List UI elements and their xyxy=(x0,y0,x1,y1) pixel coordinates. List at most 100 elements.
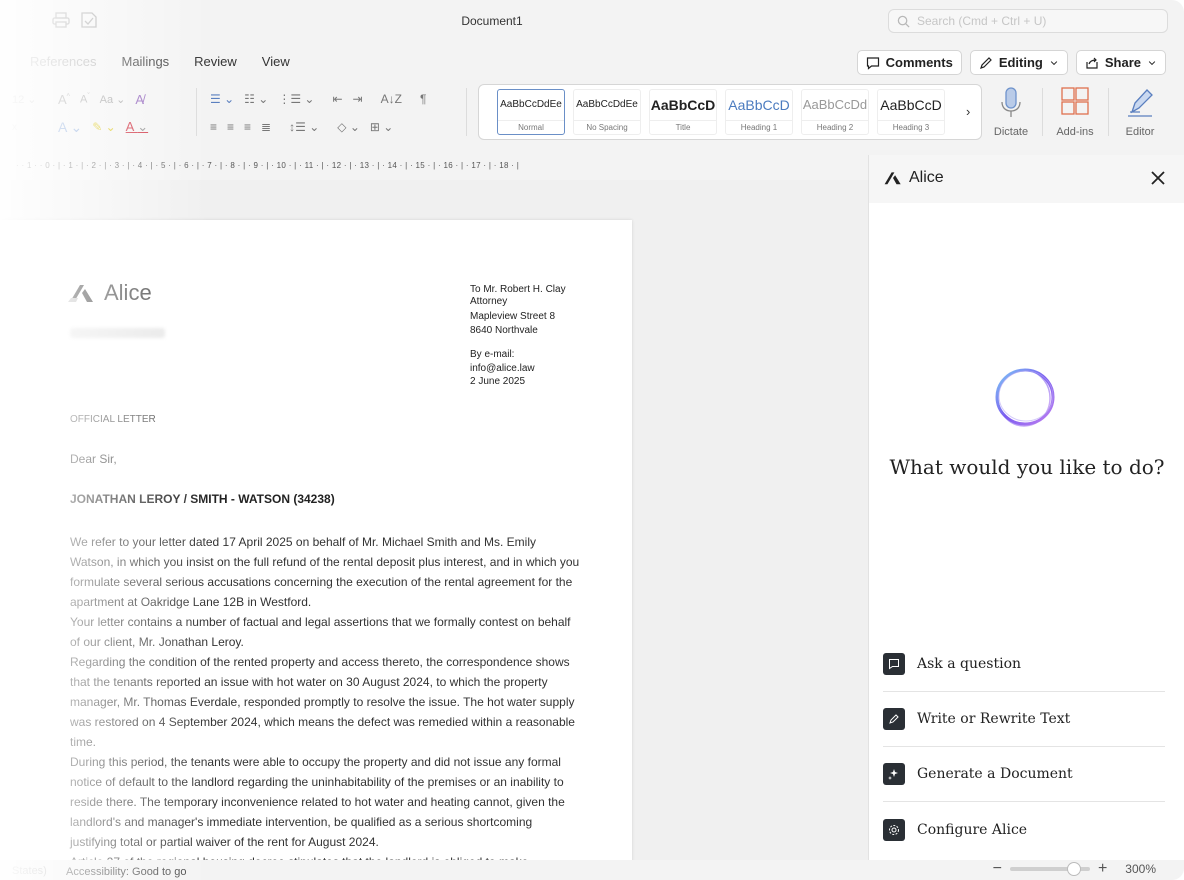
letter-logo: Alice xyxy=(68,280,152,306)
change-case-icon[interactable]: Aa ⌄ xyxy=(100,93,126,106)
chevron-down-icon xyxy=(1050,60,1058,65)
bullets-icon[interactable]: ☰ ⌄ xyxy=(210,92,234,106)
editor-button[interactable]: Editor xyxy=(1112,86,1168,138)
dictate-button[interactable]: Dictate xyxy=(983,86,1039,138)
action-list: Ask a question Write or Rewrite Text Gen… xyxy=(883,637,1165,857)
document-canvas: Alice To Mr. Robert H. Clay Attorney Map… xyxy=(0,180,868,860)
editor-pen-icon xyxy=(1128,89,1153,117)
styles-more-icon[interactable]: › xyxy=(966,104,970,119)
configure-alice-action[interactable]: Configure Alice xyxy=(883,802,1165,857)
comments-label: Comments xyxy=(885,55,953,70)
borders-icon[interactable]: ⊞ ⌄ xyxy=(370,120,393,134)
toolbar-separator xyxy=(196,88,197,136)
sort-icon[interactable]: A↓Z xyxy=(381,92,402,106)
pilcrow-icon[interactable]: ¶ xyxy=(420,92,426,106)
editing-button[interactable]: Editing xyxy=(969,50,1068,75)
share-label: Share xyxy=(1104,55,1141,70)
ask-question-action[interactable]: Ask a question xyxy=(883,637,1165,692)
style-heading-2[interactable]: AaBbCcDd Heading 2 xyxy=(801,89,869,135)
shading-icon[interactable]: ◇ ⌄ xyxy=(337,120,360,134)
search-icon xyxy=(897,15,910,28)
microphone-icon xyxy=(1001,87,1021,117)
assistant-orb-icon xyxy=(995,368,1055,427)
style-heading-1[interactable]: AaBbCcD Heading 1 xyxy=(725,89,793,135)
decrease-indent-icon[interactable]: ⇤ xyxy=(332,92,342,106)
letter-subject: JONATHAN LEROY / SMITH - WATSON (34238) xyxy=(70,492,335,506)
editing-label: Editing xyxy=(998,55,1043,70)
grow-font-icon[interactable]: A^ xyxy=(58,92,70,107)
recipient-block: To Mr. Robert H. Clay Attorney Mapleview… xyxy=(470,284,566,387)
tab-mailings[interactable]: Mailings xyxy=(121,54,169,69)
panel-logo: Alice xyxy=(883,169,944,187)
paragraph: Your letter contains a number of factual… xyxy=(70,615,571,649)
share-icon xyxy=(1086,57,1098,69)
highlight-icon[interactable]: ✎ ⌄ xyxy=(92,120,115,134)
styles-gallery: AaBbCcDdEe Normal AaBbCcDdEe No Spacing … xyxy=(478,84,982,140)
font-color-icon[interactable]: A ⌄ xyxy=(126,119,148,135)
style-no-spacing[interactable]: AaBbCcDdEe No Spacing xyxy=(573,89,641,135)
tab-view[interactable]: View xyxy=(262,54,290,69)
toolbar-separator xyxy=(1108,88,1109,136)
comment-icon xyxy=(866,56,879,70)
addins-button[interactable]: Add-ins xyxy=(1047,86,1103,138)
word-window: Document1 Search (Cmd + Ctrl + U) Refere… xyxy=(0,0,1184,880)
paragraph: Article 27 of the regional housing decre… xyxy=(70,852,580,860)
zoom-control: − + 300% xyxy=(993,861,1156,877)
alice-panel: Alice What would you like to do? Ask a q… xyxy=(868,155,1184,860)
pencil-icon xyxy=(979,56,992,69)
align-left-icon[interactable]: ≡ xyxy=(210,120,217,134)
paragraph: During this period, the tenants were abl… xyxy=(70,755,565,849)
sparkle-icon xyxy=(883,763,905,785)
zoom-slider[interactable] xyxy=(1009,862,1090,876)
zoom-slider-knob[interactable] xyxy=(1067,862,1082,876)
style-title[interactable]: AaBbCcD Title xyxy=(649,89,717,135)
style-normal[interactable]: AaBbCcDdEe Normal xyxy=(497,89,565,135)
salutation: Dear Sir, xyxy=(70,452,117,466)
line-spacing-icon[interactable]: ↕☰ ⌄ xyxy=(289,120,319,134)
align-center-icon[interactable]: ≡ xyxy=(227,120,234,134)
title-bar: Document1 Search (Cmd + Ctrl + U) xyxy=(0,0,1184,42)
panel-header: Alice xyxy=(869,155,1184,203)
ribbon-actions: Comments Editing Share xyxy=(856,50,1166,75)
document-page[interactable]: Alice To Mr. Robert H. Clay Attorney Map… xyxy=(0,220,632,860)
paragraph-group: ☰ ⌄ ☷ ⌄ ⋮☰ ⌄ ⇤ ⇥ A↓Z ¶ ≡ ≡ ≡ ≣ ↕☰ ⌄ ◇ ⌄ … xyxy=(210,88,426,138)
tab-references[interactable]: References xyxy=(30,54,96,69)
numbering-icon[interactable]: ☷ ⌄ xyxy=(244,92,268,106)
share-button[interactable]: Share xyxy=(1075,50,1166,75)
status-language[interactable]: States) xyxy=(12,865,47,877)
text-effects-icon[interactable]: A ⌄ xyxy=(58,119,82,136)
alice-logo-icon xyxy=(884,172,901,185)
panel-prompt: What would you like to do? xyxy=(889,455,1165,479)
increase-indent-icon[interactable]: ⇥ xyxy=(353,92,363,106)
ribbon-tabs: References Mailings Review View xyxy=(30,54,290,69)
accessibility-status[interactable]: Accessibility: Good to go xyxy=(66,866,186,878)
letter-body: We refer to your letter dated 17 April 2… xyxy=(70,532,580,860)
toolbar-separator xyxy=(1042,88,1043,136)
paragraph: We refer to your letter dated 17 April 2… xyxy=(70,535,580,609)
gear-icon xyxy=(883,818,905,841)
comments-button[interactable]: Comments xyxy=(856,50,962,75)
zoom-level[interactable]: 300% xyxy=(1125,862,1156,876)
tab-review[interactable]: Review xyxy=(194,54,237,69)
shrink-font-icon[interactable]: Aˇ xyxy=(80,93,90,106)
strikethrough-icon[interactable]: x xyxy=(12,122,48,133)
style-heading-3[interactable]: AaBbCcD Heading 3 xyxy=(877,89,945,135)
zoom-in-button[interactable]: + xyxy=(1098,861,1107,877)
multilevel-list-icon[interactable]: ⋮☰ ⌄ xyxy=(278,92,314,106)
generate-document-action[interactable]: Generate a Document xyxy=(883,747,1165,802)
pencil-icon xyxy=(883,708,905,730)
search-input[interactable]: Search (Cmd + Ctrl + U) xyxy=(888,9,1168,33)
font-size-select[interactable]: 12 ⌄ xyxy=(12,93,48,106)
chevron-down-icon xyxy=(1148,60,1156,65)
ruler: · · 1 · · 0 · | · 1 · | · 2 · | · 3 · | … xyxy=(0,155,868,177)
justify-icon[interactable]: ≣ xyxy=(261,120,271,134)
font-group: 12 ⌄ A^ Aˇ Aa ⌄ A̸ x A ⌄ ✎ ⌄ A ⌄ xyxy=(12,88,148,138)
chat-icon xyxy=(883,653,905,675)
align-right-icon[interactable]: ≡ xyxy=(244,120,251,134)
search-placeholder: Search (Cmd + Ctrl + U) xyxy=(917,14,1047,28)
write-rewrite-action[interactable]: Write or Rewrite Text xyxy=(883,692,1165,747)
clear-format-icon[interactable]: A̸ xyxy=(135,92,144,107)
close-icon[interactable] xyxy=(1149,169,1167,187)
zoom-out-button[interactable]: − xyxy=(993,861,1002,877)
letter-heading: OFFICIAL LETTER xyxy=(70,414,156,425)
